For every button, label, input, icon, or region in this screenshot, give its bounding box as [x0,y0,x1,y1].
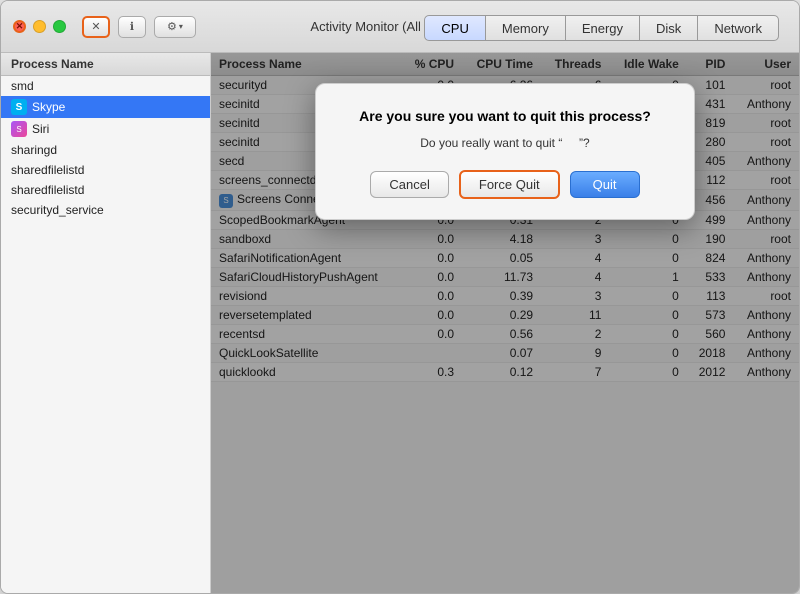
process-name-label: Siri [32,122,49,136]
list-item[interactable]: sharedfilelistd [1,160,210,180]
list-item[interactable]: smd [1,76,210,96]
gear-icon: ⚙ [167,20,177,33]
list-item[interactable]: S Skype [1,96,210,118]
list-item[interactable]: sharingd [1,140,210,160]
stop-process-button[interactable]: ✕ [82,16,110,38]
info-button[interactable]: ℹ [118,16,146,38]
list-item[interactable]: securityd_service [1,200,210,220]
titlebar: ✕ ✕ ℹ ⚙ ▾ Activity Monitor (All Processe… [1,1,799,53]
process-name-label: sharingd [11,143,57,157]
process-name-label: sharedfilelistd [11,163,84,177]
info-icon: ℹ [130,20,134,33]
maximize-button[interactable] [53,20,66,33]
tab-network[interactable]: Network [698,15,779,41]
modal-overlay: Are you sure you want to quit this proce… [211,53,799,593]
siri-icon: S [11,121,27,137]
gear-button[interactable]: ⚙ ▾ [154,16,196,38]
minimize-button[interactable] [33,20,46,33]
process-name-label: securityd_service [11,203,104,217]
quit-button[interactable]: Quit [570,171,640,198]
process-name-label: Skype [32,100,65,114]
process-name-label: sharedfilelistd [11,183,84,197]
tab-cpu[interactable]: CPU [424,15,485,41]
main-area: Process Name % CPU CPU Time Threads Idle… [211,53,799,593]
quit-dialog: Are you sure you want to quit this proce… [315,83,695,220]
process-list-panel: Process Name smd S Skype S Siri sharingd… [1,53,211,593]
content-area: Process Name smd S Skype S Siri sharingd… [1,53,799,593]
tab-memory[interactable]: Memory [486,15,566,41]
tab-disk[interactable]: Disk [640,15,698,41]
tabs-bar: CPU Memory Energy Disk Network [424,15,779,41]
modal-title: Are you sure you want to quit this proce… [344,108,666,124]
process-name-header: Process Name [1,53,210,76]
tab-energy[interactable]: Energy [566,15,640,41]
list-item[interactable]: sharedfilelistd [1,180,210,200]
list-item[interactable]: S Siri [1,118,210,140]
force-quit-button[interactable]: Force Quit [459,170,560,199]
process-name-in-dialog [566,136,576,150]
toolbar-controls: ✕ ℹ ⚙ ▾ [82,16,196,38]
close-button[interactable]: ✕ [13,20,26,33]
modal-body: Do you really want to quit “ ”? [344,136,666,150]
stop-icon: ✕ [91,20,100,33]
cancel-button[interactable]: Cancel [370,171,448,198]
modal-buttons: Cancel Force Quit Quit [344,170,666,199]
chevron-down-icon: ▾ [179,22,183,31]
traffic-lights: ✕ [13,20,66,33]
process-name-label: smd [11,79,34,93]
skype-icon: S [11,99,27,115]
activity-monitor-window: ✕ ✕ ℹ ⚙ ▾ Activity Monitor (All Processe… [0,0,800,594]
